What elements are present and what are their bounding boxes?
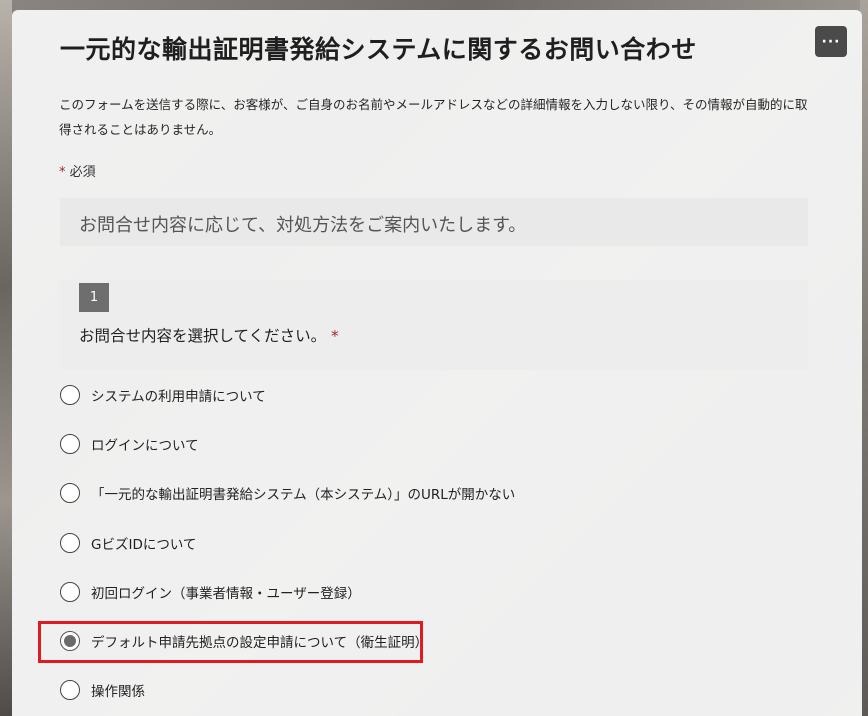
background-left-edge <box>0 0 12 716</box>
highlight-box <box>38 621 423 663</box>
option-label: 「一元的な輸出証明書発給システム（本システム）」のURLが開かない <box>91 487 516 503</box>
option-label: ログインについて <box>91 438 199 454</box>
option-operation[interactable]: 操作関係 <box>60 677 145 703</box>
option-label: システムの利用申請について <box>91 389 266 405</box>
required-star: * <box>59 165 66 180</box>
question-number-badge: 1 <box>79 283 109 312</box>
required-label: 必須 <box>69 165 96 180</box>
question-label: お問合せ内容を選択してください。 * <box>79 324 339 346</box>
option-url-not-opening[interactable]: 「一元的な輸出証明書発給システム（本システム）」のURLが開かない <box>60 480 515 506</box>
option-login[interactable]: ログインについて <box>60 431 199 457</box>
privacy-notice: このフォームを送信する際に、お客様が、ご自身のお名前やメールアドレスなどの詳細情… <box>59 97 808 137</box>
option-label: GビズIDについて <box>91 537 197 553</box>
form-title: 一元的な輸出証明書発給システムに関するお問い合わせ <box>60 35 697 64</box>
radio-button[interactable] <box>60 385 80 405</box>
option-label: 初回ログイン（事業者情報・ユーザー登録） <box>91 586 361 602</box>
radio-button[interactable] <box>60 483 80 503</box>
form-card: 一元的な輸出証明書発給システムに関するお問い合わせ ··· このフォームを送信す… <box>12 10 862 716</box>
radio-button[interactable] <box>60 434 80 454</box>
radio-button[interactable] <box>60 582 80 602</box>
option-gbiz-id[interactable]: GビズIDについて <box>60 530 196 556</box>
question-required-star: * <box>331 327 339 345</box>
intro-text: お問合せ内容に応じて、対処方法をご案内いたします。 <box>79 215 527 236</box>
required-indicator: * 必須 <box>59 161 96 180</box>
more-options-button[interactable]: ··· <box>815 26 847 57</box>
radio-button[interactable] <box>60 533 80 553</box>
option-label: 操作関係 <box>91 684 145 700</box>
option-system-usage-application[interactable]: システムの利用申請について <box>60 382 266 408</box>
question-text: お問合せ内容を選択してください。 <box>79 327 327 345</box>
more-options-icon: ··· <box>821 33 841 50</box>
option-first-login[interactable]: 初回ログイン（事業者情報・ユーザー登録） <box>60 579 361 605</box>
radio-button[interactable] <box>60 680 80 700</box>
